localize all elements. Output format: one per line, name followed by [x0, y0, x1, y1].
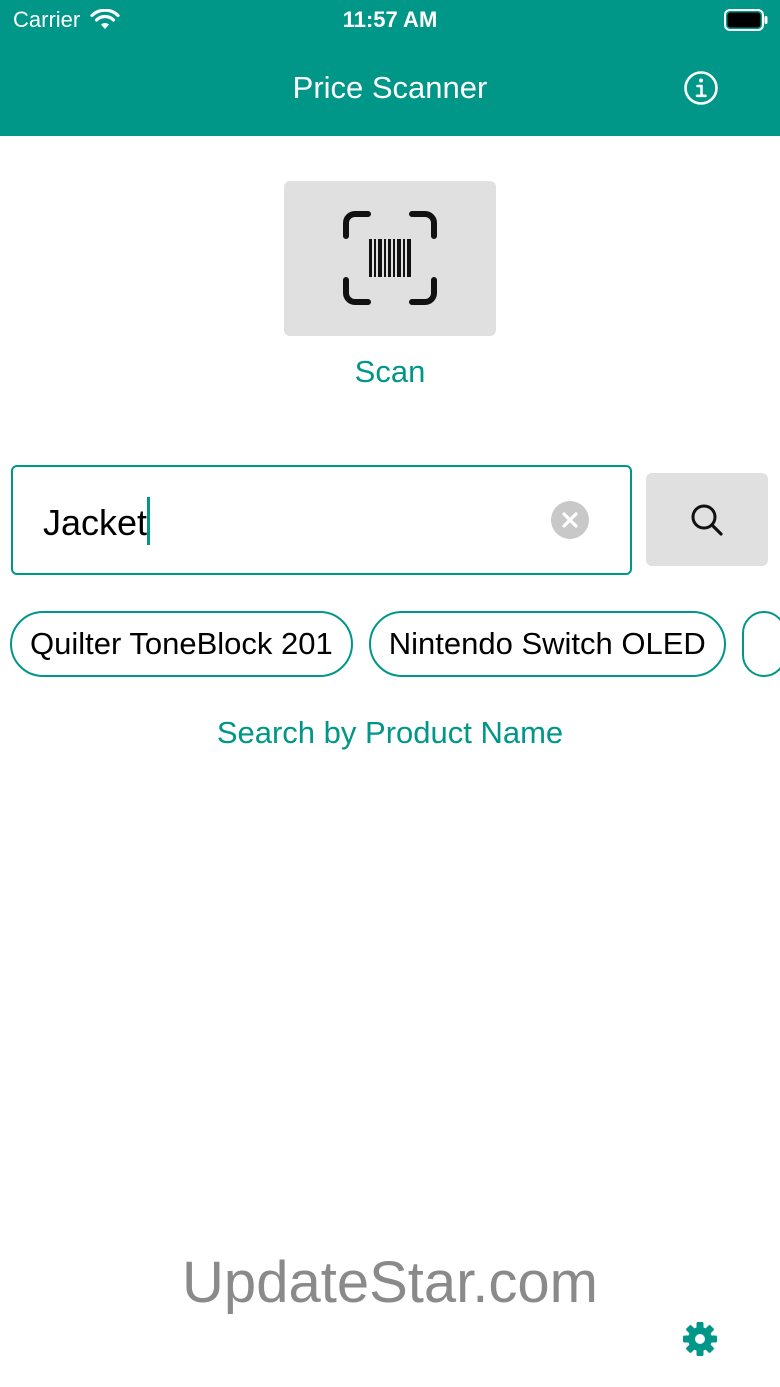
gear-icon[interactable]	[682, 1321, 718, 1357]
search-button[interactable]	[646, 473, 768, 566]
suggestion-chip-partial[interactable]	[741, 611, 780, 677]
clear-circle-icon[interactable]	[551, 501, 589, 539]
search-input-value: Jacket	[43, 502, 148, 543]
status-time: 11:57 AM	[342, 7, 438, 32]
suggestion-chip[interactable]: Nintendo Switch OLED	[368, 611, 726, 677]
text-caret	[147, 497, 151, 545]
search-field[interactable]: Jacket	[11, 465, 632, 575]
suggestion-chip[interactable]: Quilter ToneBlock 201	[10, 611, 353, 677]
barcode-scan-icon	[343, 211, 437, 305]
suggestion-chips: Quilter ToneBlock 201 Nintendo Switch OLE…	[10, 611, 780, 677]
app-header: Carrier 11:57 AM Price Scanner	[0, 0, 780, 136]
magnifier-icon	[691, 504, 723, 536]
status-bar: Carrier 11:57 AM	[0, 0, 780, 40]
page-title: Price Scanner	[292, 70, 488, 105]
search-hint: Search by Product Name	[216, 715, 564, 750]
search-input[interactable]: Jacket	[43, 497, 151, 546]
scan-button[interactable]	[284, 181, 496, 336]
battery-icon	[724, 9, 768, 31]
watermark: UpdateStar.com	[182, 1250, 598, 1315]
scan-label[interactable]: Scan	[0, 352, 780, 392]
info-icon[interactable]	[683, 70, 719, 106]
